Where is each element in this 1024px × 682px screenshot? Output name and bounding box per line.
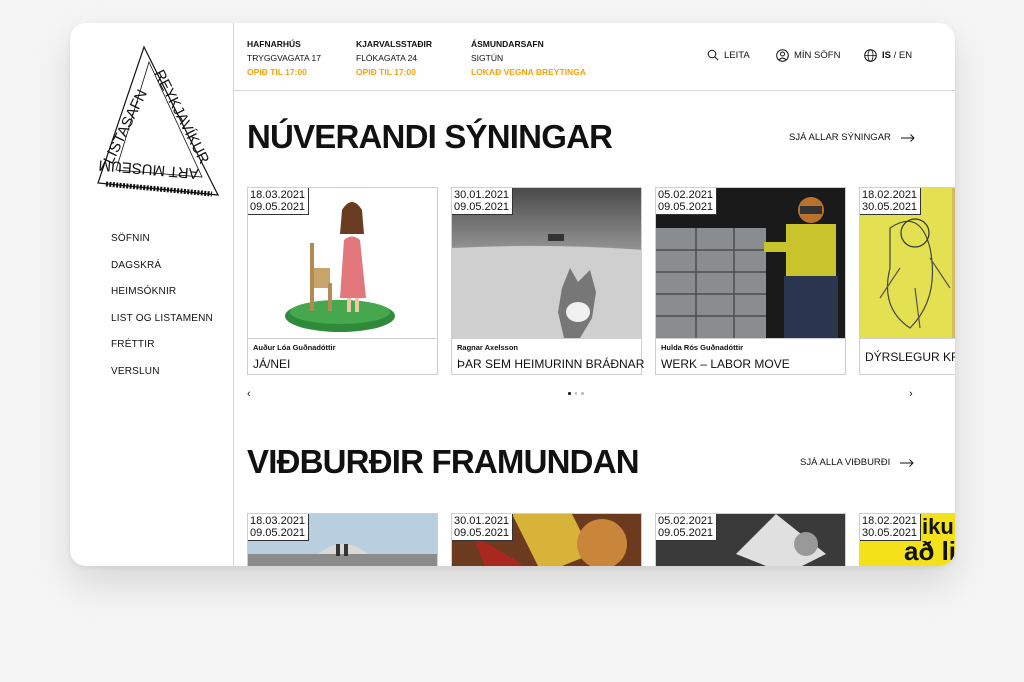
see-all-exhibitions-label: SJÁ ALLAR SÝNINGAR: [789, 132, 891, 143]
artist-name: Hulda Rós Guðnadóttir: [661, 343, 744, 352]
exhibition-title: DÝRSLEGUR KRA: [865, 350, 955, 364]
exhibition-card[interactable]: 05.02.2021 09.05.2021 Hulda Rós Guðnadót…: [655, 187, 846, 375]
exhibition-title: WERK – LABOR MOVE: [661, 357, 790, 371]
location-name: KJARVALSSTAÐIR: [356, 39, 433, 49]
location-name: HAFNARHÚS: [247, 39, 301, 49]
card-info: DÝRSLEGUR KRA: [860, 338, 955, 374]
exhibition-card[interactable]: 18.02.2021 30.05.2021 DÝRSLEGUR KRA: [859, 187, 955, 375]
exhibitions-heading: NÚVERANDI SÝNINGAR: [247, 118, 613, 155]
search-label: LEITA: [724, 49, 750, 61]
end-date: 09.05.2021: [454, 201, 510, 213]
browser-window: REYKJAVÍKUR LISTASAFN ART MUSEUM SÖFNIN …: [70, 23, 955, 566]
location-status: OPIÐ TIL 17:00: [247, 67, 307, 77]
end-date: 09.05.2021: [658, 527, 714, 539]
lang-separator: /: [890, 50, 899, 61]
artist-name: Ragnar Axelsson: [457, 343, 518, 352]
start-date: 05.02.2021: [658, 515, 714, 527]
see-all-exhibitions-link[interactable]: SJÁ ALLAR SÝNINGAR: [789, 132, 915, 143]
sidebar: REYKJAVÍKUR LISTASAFN ART MUSEUM SÖFNIN …: [70, 23, 234, 566]
main-nav: SÖFNIN DAGSKRÁ HEIMSÓKNIR LIST OG LISTAM…: [111, 233, 213, 393]
location-address: TRYGGVAGATA 17: [247, 53, 322, 63]
top-bar: HAFNARHÚS TRYGGVAGATA 17 OPIÐ TIL 17:00 …: [234, 23, 955, 91]
nav-item-list-og-listamenn[interactable]: LIST OG LISTAMENN: [111, 313, 213, 340]
arrow-right-icon: [900, 458, 915, 467]
date-range: 18.02.2021 30.05.2021: [860, 514, 922, 541]
lang-is[interactable]: IS: [882, 50, 891, 61]
exhibition-title: ÞAR SEM HEIMURINN BRÁÐNAR: [457, 357, 645, 371]
start-date: 05.02.2021: [658, 189, 714, 201]
card-info: Auður Lóa Guðnadóttir JÁ/NEI: [248, 338, 437, 374]
date-range: 18.03.2021 09.05.2021: [248, 514, 310, 541]
location-kjarvalsstadir[interactable]: KJARVALSSTAÐIR FLÓKAGATA 24 OPIÐ TIL 17:…: [356, 37, 432, 79]
search-icon: [707, 49, 719, 61]
globe-icon: [864, 49, 877, 62]
end-date: 30.05.2021: [862, 201, 918, 213]
exhibitions-carousel: 18.03.2021 09.05.2021 Auður Lóa Guðnadót…: [247, 187, 955, 375]
my-museums-label: MÍN SÖFN: [794, 50, 841, 61]
date-range: 18.03.2021 09.05.2021: [248, 188, 310, 215]
lang-en[interactable]: EN: [899, 50, 912, 61]
carousel-prev-button[interactable]: ‹: [247, 388, 251, 400]
carousel-pagination: [568, 392, 584, 395]
event-card[interactable]: iku að li 18.02.2021 30.05.2021: [859, 513, 955, 566]
end-date: 09.05.2021: [658, 201, 714, 213]
location-status: OPIÐ TIL 17:00: [356, 67, 416, 77]
arrow-right-icon: [900, 133, 915, 142]
museum-logo[interactable]: REYKJAVÍKUR LISTASAFN ART MUSEUM: [96, 45, 246, 213]
start-date: 30.01.2021: [454, 515, 510, 527]
pagination-dot[interactable]: [581, 392, 584, 395]
location-address: FLÓKAGATA 24: [356, 53, 418, 63]
see-all-events-label: SJÁ ALLA VIÐBURÐI: [800, 457, 891, 468]
event-card[interactable]: 30.01.2021 09.05.2021: [451, 513, 642, 566]
start-date: 18.02.2021: [862, 189, 918, 201]
user-icon: [776, 49, 789, 62]
language-switcher[interactable]: IS / EN: [864, 49, 912, 62]
search-button[interactable]: LEITA: [707, 49, 750, 61]
start-date: 18.03.2021: [250, 189, 306, 201]
exhibition-card[interactable]: 18.03.2021 09.05.2021 Auður Lóa Guðnadót…: [247, 187, 438, 375]
artist-name: Auður Lóa Guðnadóttir: [253, 343, 336, 352]
card-info: Ragnar Axelsson ÞAR SEM HEIMURINN BRÁÐNA…: [452, 338, 645, 374]
date-range: 30.01.2021 09.05.2021: [452, 514, 514, 541]
exhibition-title: JÁ/NEI: [253, 357, 291, 371]
nav-item-dagskra[interactable]: DAGSKRÁ: [111, 260, 213, 287]
my-museums-button[interactable]: MÍN SÖFN: [776, 49, 840, 62]
end-date: 30.05.2021: [862, 527, 918, 539]
exhibition-card[interactable]: 30.01.2021 09.05.2021 Ragnar Axelsson ÞA…: [451, 187, 645, 375]
date-range: 30.01.2021 09.05.2021: [452, 188, 514, 215]
location-status: LOKAÐ VEGNA BREYTINGA: [471, 67, 586, 77]
start-date: 30.01.2021: [454, 189, 510, 201]
location-asmundarsafn[interactable]: ÁSMUNDARSAFN SIGTÚN LOKAÐ VEGNA BREYTING…: [471, 37, 586, 79]
carousel-next-button[interactable]: ›: [909, 388, 913, 400]
end-date: 09.05.2021: [454, 527, 510, 539]
date-range: 18.02.2021 30.05.2021: [860, 188, 922, 215]
event-card[interactable]: 05.02.2021 09.05.2021: [655, 513, 846, 566]
date-range: 05.02.2021 09.05.2021: [656, 514, 718, 541]
location-name: ÁSMUNDARSAFN: [471, 39, 544, 49]
end-date: 09.05.2021: [250, 201, 306, 213]
location-hafnarhus[interactable]: HAFNARHÚS TRYGGVAGATA 17 OPIÐ TIL 17:00: [247, 37, 321, 79]
nav-item-heimsoknir[interactable]: HEIMSÓKNIR: [111, 286, 213, 313]
card-info: Hulda Rós Guðnadóttir WERK – LABOR MOVE: [656, 338, 845, 374]
pagination-dot[interactable]: [574, 392, 577, 395]
pagination-dot[interactable]: [568, 392, 571, 395]
start-date: 18.03.2021: [250, 515, 306, 527]
nav-item-verslun[interactable]: VERSLUN: [111, 366, 213, 393]
location-address: SIGTÚN: [471, 53, 504, 63]
see-all-events-link[interactable]: SJÁ ALLA VIÐBURÐI: [800, 457, 915, 468]
date-range: 05.02.2021 09.05.2021: [656, 188, 718, 215]
events-carousel: 18.03.2021 09.05.2021 30.01.2021 09.05.2…: [247, 513, 955, 566]
start-date: 18.02.2021: [862, 515, 918, 527]
nav-item-frettir[interactable]: FRÉTTIR: [111, 339, 213, 366]
nav-item-sofnin[interactable]: SÖFNIN: [111, 233, 213, 260]
event-card[interactable]: 18.03.2021 09.05.2021: [247, 513, 438, 566]
end-date: 09.05.2021: [250, 527, 306, 539]
events-heading: VIÐBURÐIR FRAMUNDAN: [247, 443, 640, 480]
